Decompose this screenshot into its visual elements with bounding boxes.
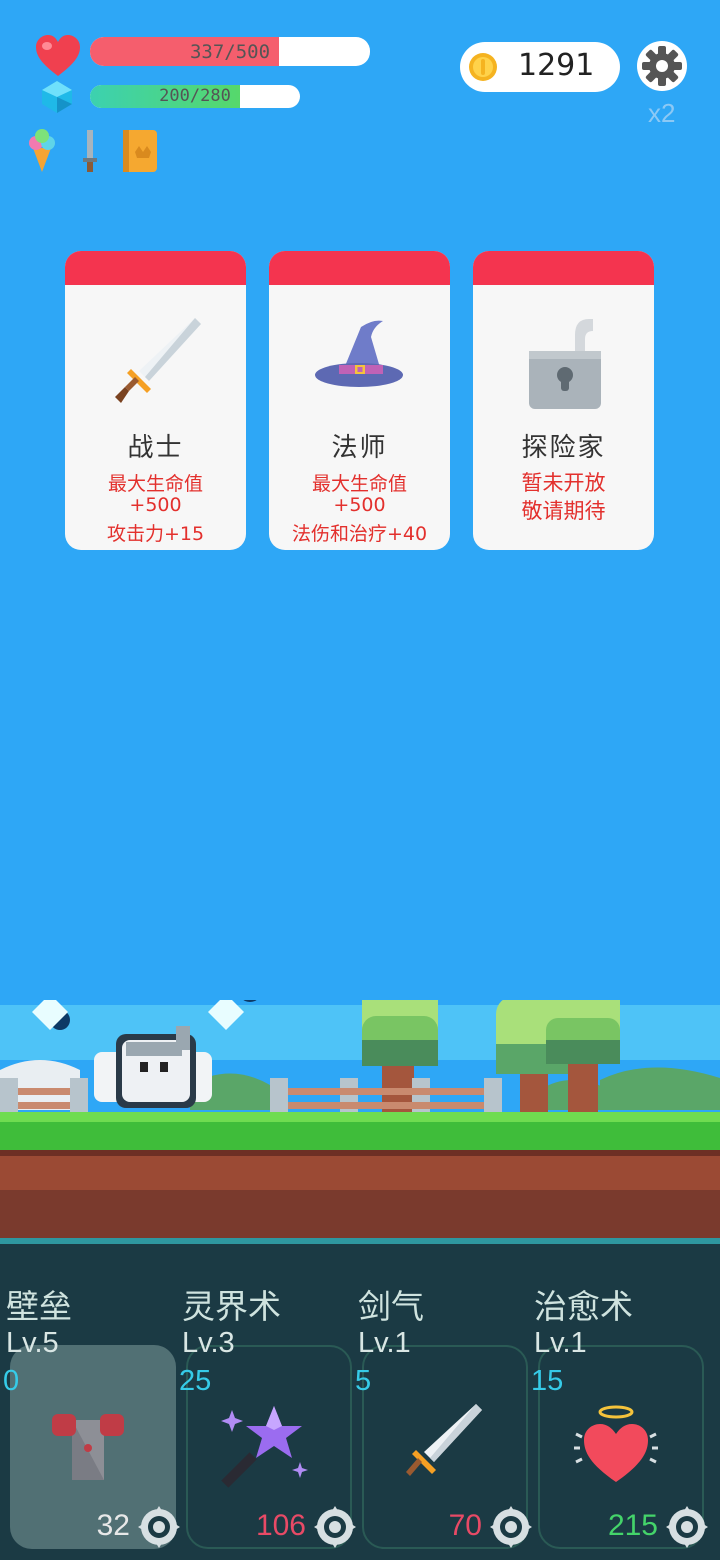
heart-icon <box>36 35 80 76</box>
skill-name: 治愈术 <box>534 1287 633 1326</box>
skill-level: Lv.3 <box>182 1327 235 1359</box>
padlock-icon <box>529 319 601 409</box>
class-bonus-line: 最大生命值 <box>311 473 407 495</box>
class-card-warrior[interactable]: 战士 最大生命值 +500 攻击力+15 <box>65 251 246 550</box>
upgrade-gear-icon[interactable] <box>490 1506 532 1548</box>
coin-amount: 1291 <box>518 48 595 83</box>
skill-level: Lv.1 <box>534 1327 587 1359</box>
coin-counter: 1291 <box>460 42 620 92</box>
class-bonus-line: 攻击力+15 <box>106 523 205 545</box>
skill-cost: 15 <box>531 1365 564 1397</box>
mana-crystal-icon <box>42 81 72 113</box>
class-bonus-line: 最大生命值 <box>107 473 203 495</box>
mana-bar: 200/280 <box>90 85 300 108</box>
class-bonus-line: +500 <box>333 494 386 516</box>
skill-name: 剑气 <box>358 1287 424 1326</box>
sword-icon <box>115 318 201 403</box>
card-header <box>473 251 654 285</box>
gold-coin-icon <box>469 53 497 81</box>
settings-gear-icon[interactable] <box>636 40 688 92</box>
class-locked-line: 敬请期待 <box>521 499 606 523</box>
skill-bulwark: 壁垒 Lv.5 0 32 <box>0 1280 180 1560</box>
skill-value: 106 <box>255 1509 306 1542</box>
panel-divider <box>0 1238 720 1244</box>
class-bonus-line: 法伤和治疗+40 <box>291 523 428 545</box>
armor-icon <box>52 1414 124 1480</box>
class-name: 法师 <box>331 433 388 463</box>
class-name: 战士 <box>127 433 184 463</box>
mana-text: 200/280 <box>159 86 231 106</box>
skill-cost: 0 <box>3 1365 20 1397</box>
class-locked-line: 暂未开放 <box>521 471 606 495</box>
skill-spirit-arts: 灵界术 Lv.3 25 106 <box>176 1280 356 1560</box>
book-icon[interactable] <box>121 128 159 174</box>
sword-icon <box>406 1404 482 1476</box>
upgrade-gear-icon[interactable] <box>314 1506 356 1548</box>
ice-cream-icon[interactable] <box>26 128 58 174</box>
skill-value: 32 <box>96 1509 130 1542</box>
skill-name: 灵界术 <box>182 1287 281 1326</box>
skill-cost: 5 <box>355 1365 372 1397</box>
multiplier-label: x2 <box>648 98 676 128</box>
class-name: 探险家 <box>521 433 606 463</box>
card-header <box>65 251 246 285</box>
magic-wand-icon <box>221 1406 308 1488</box>
holy-heart-icon <box>574 1405 658 1482</box>
skill-level: Lv.5 <box>6 1327 59 1359</box>
skill-sword-qi: 剑气 Lv.1 5 70 <box>352 1280 532 1560</box>
skill-level: Lv.1 <box>358 1327 411 1359</box>
skill-cost: 25 <box>179 1365 212 1397</box>
class-card-mage[interactable]: 法师 最大生命值 +500 法伤和治疗+40 <box>269 251 450 550</box>
skill-heal: 治愈术 Lv.1 15 215 <box>528 1280 708 1560</box>
wizard-hat-icon <box>315 320 403 387</box>
health-bar: 337/500 <box>90 37 370 66</box>
health-text: 337/500 <box>189 41 271 63</box>
upgrade-gear-icon[interactable] <box>666 1506 708 1548</box>
skill-value: 70 <box>448 1509 482 1542</box>
skill-value: 215 <box>607 1509 658 1542</box>
card-header <box>269 251 450 285</box>
class-bonus-line: +500 <box>129 494 182 516</box>
upgrade-gear-icon[interactable] <box>138 1506 180 1548</box>
class-card-explorer[interactable]: 探险家 暂未开放 敬请期待 <box>473 251 654 550</box>
game-scene <box>0 1000 720 1238</box>
skill-name: 壁垒 <box>6 1287 72 1326</box>
sword-icon[interactable] <box>80 128 100 174</box>
